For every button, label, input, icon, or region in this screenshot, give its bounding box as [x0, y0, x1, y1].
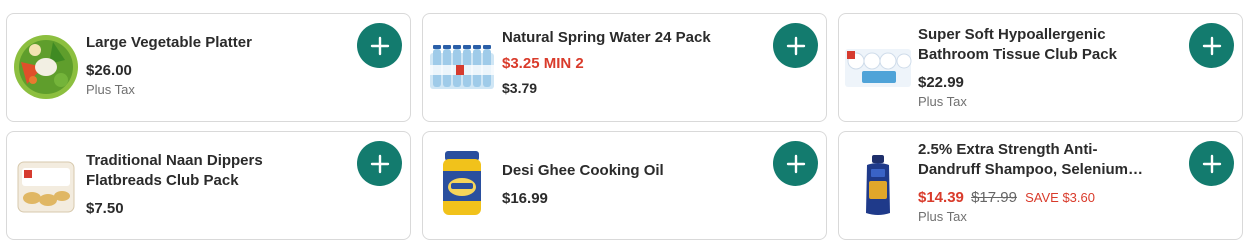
- tax-note: Plus Tax: [918, 94, 967, 109]
- product-name[interactable]: Large Vegetable Platter: [86, 33, 348, 53]
- vegetable-platter-image[interactable]: [11, 32, 81, 102]
- product-price: $16.99: [502, 190, 548, 207]
- product-name-line-2[interactable]: Dandruff Shampoo, Selenium…: [918, 160, 1180, 180]
- add-to-cart-button[interactable]: [773, 141, 818, 186]
- product-price: $26.00: [86, 62, 132, 79]
- product-card[interactable]: Large Vegetable Platter $26.00 Plus Tax: [6, 13, 411, 122]
- shampoo-bottle-image[interactable]: [843, 151, 913, 221]
- product-name-line-2[interactable]: Flatbreads Club Pack: [86, 171, 348, 191]
- bathroom-tissue-image[interactable]: [843, 33, 913, 103]
- add-to-cart-button[interactable]: [773, 23, 818, 68]
- product-name-line-2[interactable]: Bathroom Tissue Club Pack: [918, 45, 1180, 65]
- tax-note: Plus Tax: [86, 82, 135, 97]
- savings-badge: SAVE $3.60: [1025, 190, 1095, 205]
- add-to-cart-button[interactable]: [1189, 141, 1234, 186]
- product-name-line-1[interactable]: Traditional Naan Dippers: [86, 151, 348, 171]
- add-to-cart-button[interactable]: [357, 23, 402, 68]
- regular-price: $3.79: [502, 80, 538, 96]
- product-name[interactable]: Natural Spring Water 24 Pack: [502, 28, 764, 48]
- plus-icon: [370, 154, 389, 173]
- product-card[interactable]: Desi Ghee Cooking Oil $16.99: [422, 131, 827, 240]
- product-card[interactable]: 2.5% Extra Strength Anti- Dandruff Shamp…: [838, 131, 1243, 240]
- water-bottles-image[interactable]: [427, 33, 497, 103]
- sale-price: $14.39: [918, 189, 964, 206]
- product-card[interactable]: Super Soft Hypoallergenic Bathroom Tissu…: [838, 13, 1243, 122]
- sale-price: $3.25 MIN 2: [502, 55, 584, 72]
- plus-icon: [370, 36, 389, 55]
- was-price: $17.99: [971, 189, 1017, 206]
- add-to-cart-button[interactable]: [1189, 23, 1234, 68]
- product-price: $22.99: [918, 74, 964, 91]
- product-card[interactable]: Traditional Naan Dippers Flatbreads Club…: [6, 131, 411, 240]
- product-name[interactable]: Desi Ghee Cooking Oil: [502, 161, 764, 181]
- plus-icon: [786, 36, 805, 55]
- ghee-jar-image[interactable]: [427, 149, 497, 219]
- naan-dippers-image[interactable]: [11, 151, 81, 221]
- add-to-cart-button[interactable]: [357, 141, 402, 186]
- product-name-line-1[interactable]: 2.5% Extra Strength Anti-: [918, 140, 1180, 160]
- product-name-line-1[interactable]: Super Soft Hypoallergenic: [918, 25, 1180, 45]
- product-card[interactable]: Natural Spring Water 24 Pack $3.25 MIN 2…: [422, 13, 827, 122]
- plus-icon: [1202, 36, 1221, 55]
- product-price: $7.50: [86, 200, 124, 217]
- tax-note: Plus Tax: [918, 209, 967, 224]
- plus-icon: [1202, 154, 1221, 173]
- plus-icon: [786, 154, 805, 173]
